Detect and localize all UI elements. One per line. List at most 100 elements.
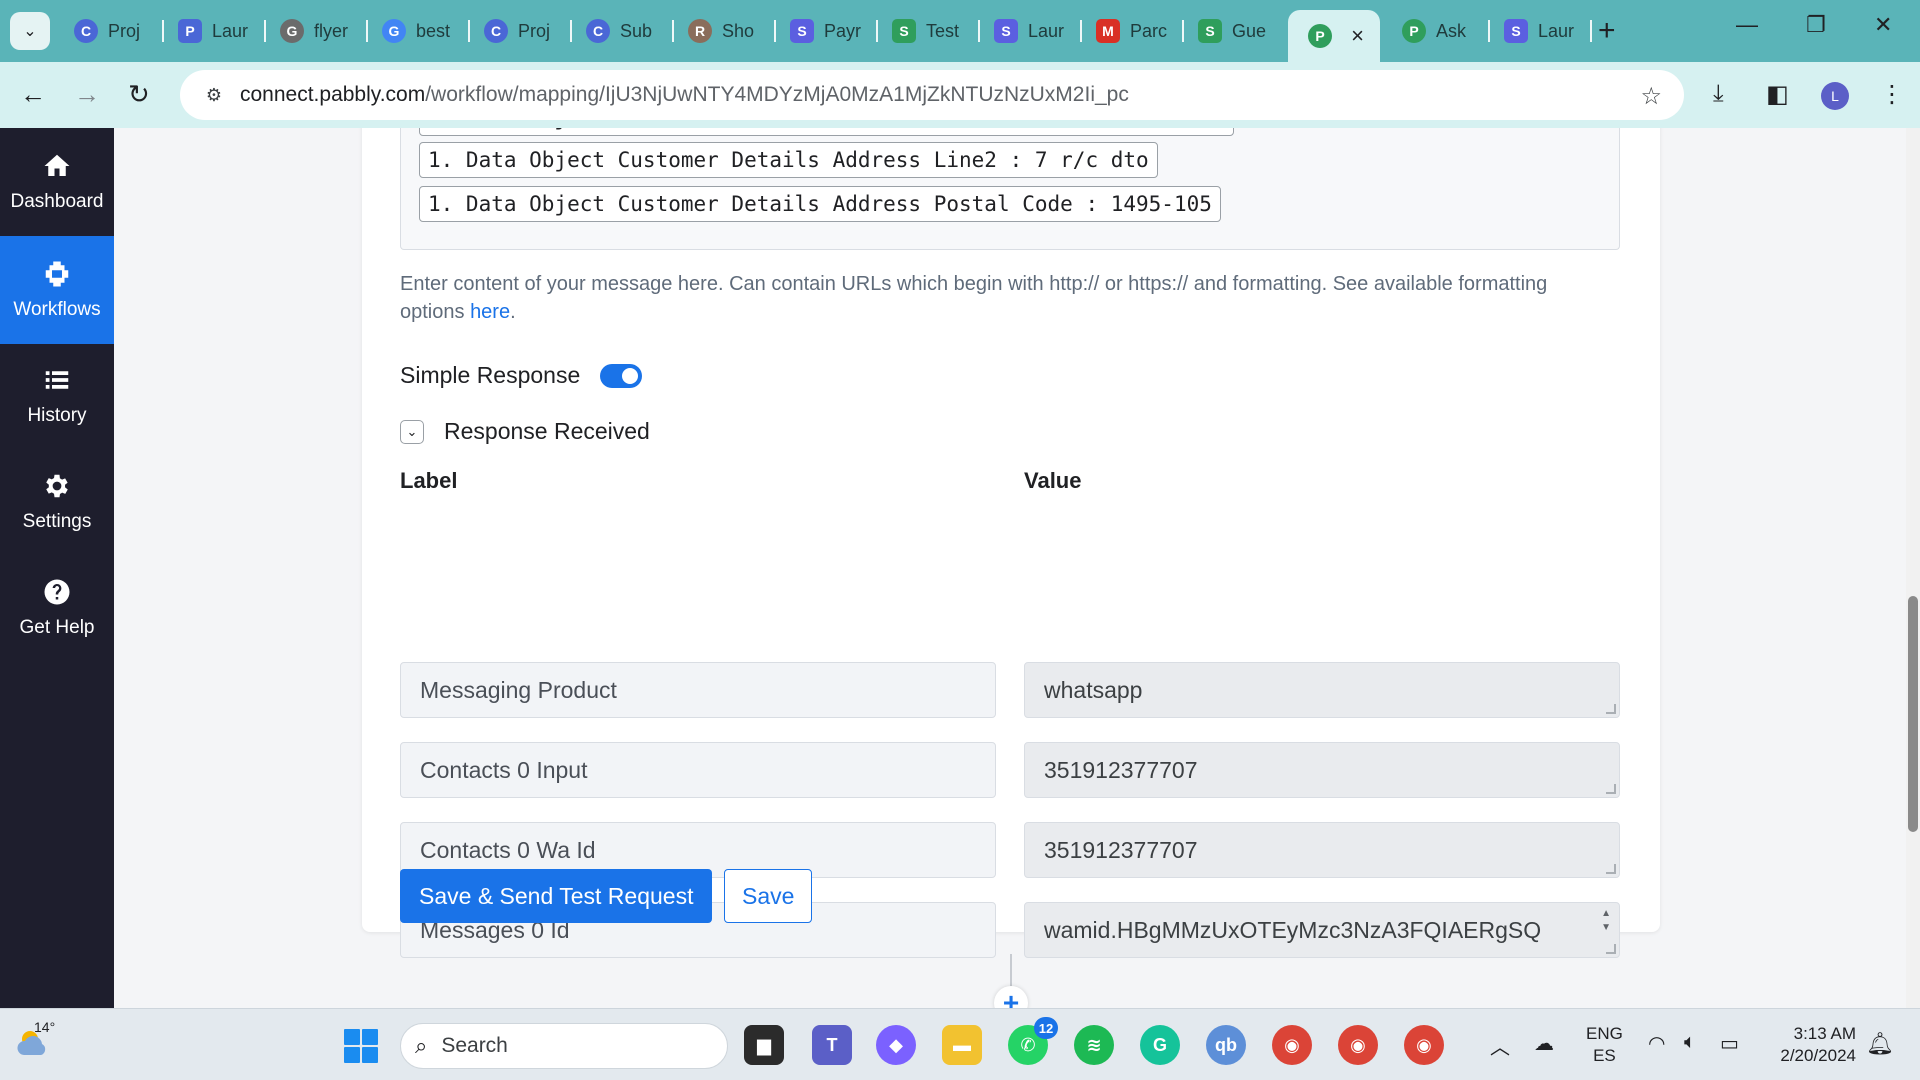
teams-icon[interactable]: T [812,1025,852,1065]
profile-avatar[interactable]: L [1821,82,1849,110]
browser-tab-7[interactable]: R Sho [674,13,774,49]
response-label-field[interactable]: Messaging Product [400,662,996,718]
gmail-icon: M [1096,19,1120,43]
close-tab-icon[interactable]: × [1351,23,1364,49]
response-value-field[interactable]: whatsapp [1024,662,1620,718]
site-settings-icon[interactable]: ⚙ [202,83,226,107]
show-hidden-icons-icon[interactable]: ︿ [1490,1031,1510,1060]
page-scrollbar[interactable] [1906,128,1920,1008]
chevron-down-icon[interactable]: ⌄ [400,419,424,444]
bookmark-star-icon[interactable]: ☆ [1640,82,1662,111]
browser-tab-8[interactable]: S Payr [776,13,876,49]
browser-tab-strip: ⌄ C Proj P Laur G flyer G best C Proj C … [0,0,1920,62]
whatsapp-icon[interactable]: ✆ 12 [1008,1017,1058,1065]
restore-icon[interactable]: ❐ [1806,12,1826,38]
onedrive-icon[interactable]: ☁ [1534,1031,1554,1056]
qbittorrent-icon[interactable]: qb [1206,1025,1246,1065]
sidebar-item-dashboard[interactable]: Dashboard [0,128,114,236]
scrollbar-thumb[interactable] [1908,596,1918,832]
browser-tab-9[interactable]: S Test [878,13,978,49]
windows-start-icon[interactable] [344,1029,378,1063]
resize-handle-icon[interactable] [1606,704,1616,714]
sidebar-item-label: Workflows [13,299,101,320]
browser-tab-active[interactable]: P × [1288,10,1380,62]
back-arrow-icon[interactable]: ← [20,79,46,110]
grammarly-icon[interactable]: G [1140,1025,1180,1065]
chrome-profile-icon[interactable]: ◉ [1338,1025,1378,1065]
tab-favicon-icon: C [484,19,508,43]
response-value-field[interactable]: wamid.HBgMMzUxOTEyMzc3NzA3FQIAERgSQ ▲ ▼ [1024,902,1620,958]
sidebar-item-settings[interactable]: Settings [0,448,114,556]
response-received-row[interactable]: ⌄ Response Received [400,418,650,445]
taskbar-clock[interactable]: 3:13 AM 2/20/2024 [1770,1023,1856,1067]
message-content-box[interactable]: 1. Data Object Customer Details Address … [400,128,1620,250]
volume-icon[interactable]: 🔈︎ [1684,1031,1696,1054]
browser-tab-6[interactable]: C Sub [572,13,672,49]
taskbar-search-input[interactable]: ⌕ Search [400,1023,728,1069]
windows-taskbar: 14° ⌕ Search ▆ T ◆ ▬ ✆ 12 ≋ G qb ◉ ◉ ◉ ︿ … [0,1008,1920,1080]
tab-favicon-icon: C [74,19,98,43]
tab-title: Laur [1538,20,1575,41]
tab-title: Laur [1028,20,1065,41]
side-panel-icon[interactable]: ◧ [1766,80,1789,109]
formatting-options-link[interactable]: here [470,301,510,323]
task-view-icon[interactable]: ▆ [744,1025,784,1065]
browser-tab-1[interactable]: C Proj [60,13,160,49]
response-value-field[interactable]: 351912377707 [1024,742,1620,798]
mapped-field-chip[interactable]: 1. Data Object Customer Details Address … [419,186,1221,222]
notification-badge: 12 [1034,1017,1058,1039]
mapped-field-chip[interactable]: 1. Data Object Customer Details Address … [419,128,1234,136]
simple-response-toggle[interactable] [600,363,643,388]
tab-title: best [416,20,451,41]
chrome-icon[interactable]: ◉ [1272,1025,1312,1065]
save-button[interactable]: Save [724,869,813,923]
browser-tab-15[interactable]: S Laur [1490,13,1590,49]
list-icon [45,371,69,389]
address-bar[interactable]: ⚙ connect.pabbly.com/workflow/mapping/Ij… [180,70,1684,120]
copilot-icon[interactable]: ◆ [876,1025,916,1065]
sidebar-item-label: History [27,405,87,426]
tab-search-button[interactable]: ⌄ [10,12,50,50]
browser-tab-5[interactable]: C Proj [470,13,570,49]
sidebar-item-history[interactable]: History [0,342,114,450]
tab-title: Laur [212,20,249,41]
kebab-menu-icon[interactable]: ⋮ [1880,80,1904,109]
window-close-icon[interactable]: ✕ [1874,12,1892,38]
scroll-arrows-icon[interactable]: ▲ ▼ [1601,907,1611,935]
browser-tab-11[interactable]: M Parc [1082,13,1182,49]
forward-arrow-icon[interactable]: → [74,79,100,110]
resize-handle-icon[interactable] [1606,784,1616,794]
sidebar-item-workflows[interactable]: Workflows [0,236,114,344]
wifi-icon[interactable]: ◠ [1648,1031,1665,1056]
label-column-header: Label [400,468,458,493]
battery-icon[interactable]: ▭ [1720,1031,1739,1056]
file-explorer-icon[interactable]: ▬ [942,1025,982,1065]
browser-tab-4[interactable]: G best [368,13,468,49]
response-value-field[interactable]: 351912377707 [1024,822,1620,878]
sidebar-item-get-help[interactable]: Get Help [0,554,114,662]
browser-tab-2[interactable]: P Laur [164,13,264,49]
mapped-field-chip[interactable]: 1. Data Object Customer Details Address … [419,142,1158,178]
browser-tab-10[interactable]: S Laur [980,13,1080,49]
browser-tab-3[interactable]: G flyer [266,13,366,49]
resize-handle-icon[interactable] [1606,864,1616,874]
chevron-down-icon: ⌄ [23,23,37,40]
minimize-icon[interactable]: — [1736,12,1758,38]
spotify-icon[interactable]: ≋ [1074,1025,1114,1065]
input-language-indicator[interactable]: ENG ES [1586,1023,1623,1067]
weather-temperature: 14° [34,1019,56,1035]
pabbly-favicon-icon: P [1308,24,1332,48]
notification-bell-icon[interactable]: 🔔︎ [1866,1031,1894,1057]
browser-tab-12[interactable]: S Gue [1184,13,1284,49]
save-and-send-test-request-button[interactable]: Save & Send Test Request [400,869,713,923]
sidebar-item-label: Settings [22,511,92,532]
response-label-field[interactable]: Contacts 0 Input [400,742,996,798]
tab-favicon-icon: G [280,19,304,43]
browser-tab-14[interactable]: P Ask [1388,13,1488,49]
download-icon[interactable]: ⤓ [1713,80,1724,108]
url-text[interactable]: connect.pabbly.com/workflow/mapping/IjU3… [240,83,1129,107]
reload-icon[interactable]: ↻ [128,79,150,110]
chrome-profile-icon[interactable]: ◉ [1404,1025,1444,1065]
new-tab-icon[interactable]: + [1598,14,1616,48]
resize-handle-icon[interactable] [1606,944,1616,954]
